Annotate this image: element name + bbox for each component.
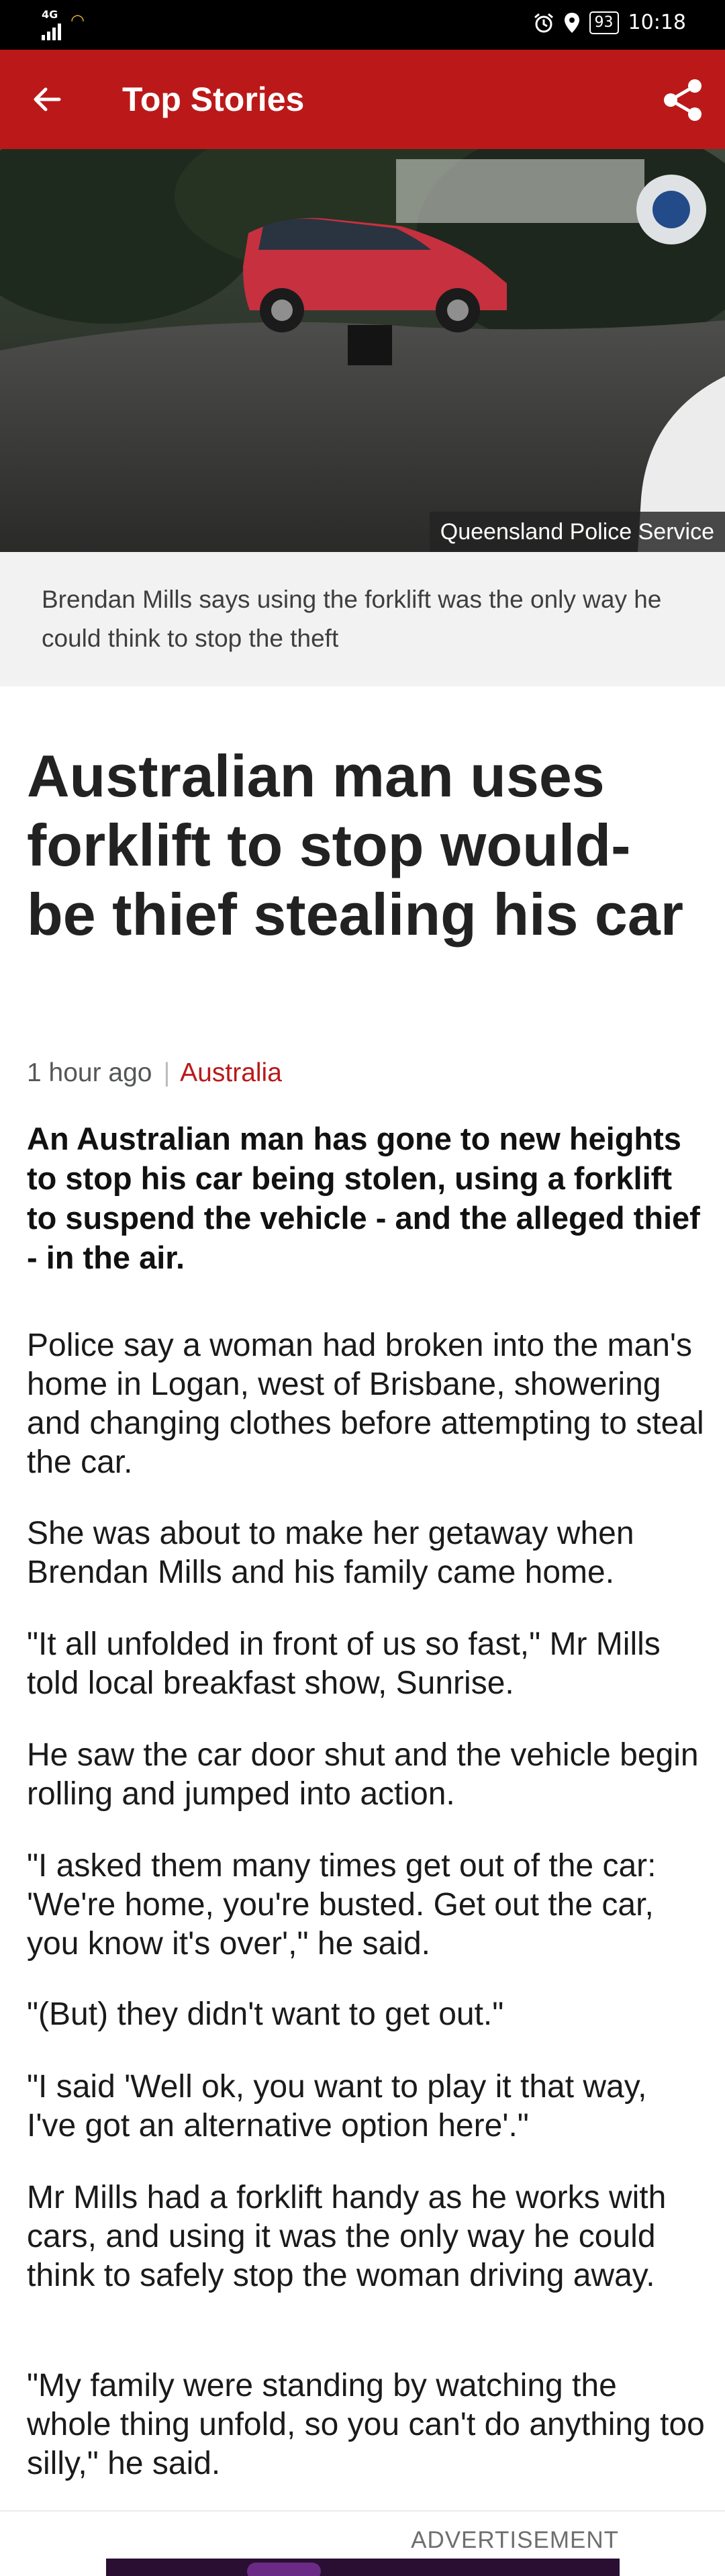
timestamp: 1 hour ago [27,1058,152,1087]
body-paragraph: "My family were standing by watching the… [27,2368,705,2481]
alarm-icon [534,13,553,32]
wifi-icon: ◠ [70,11,85,30]
battery-icon: 93 [589,11,619,34]
share-button[interactable] [661,77,706,124]
image-caption: Brendan Mills says using the forklift wa… [0,552,725,686]
app-bar: Top Stories [0,50,725,149]
image-credit: Queensland Police Service [429,512,725,552]
status-bar: 4G ◠ 93 10:18 [0,0,725,50]
status-right: 93 10:18 [533,11,686,34]
share-icon [664,79,702,121]
hero-image[interactable]: Queensland Police Service [0,149,725,552]
clock: 10:18 [628,11,686,34]
article-headline: Australian man uses forklift to stop wou… [27,743,684,948]
network-type: 4G [42,8,58,21]
location-icon [564,12,579,33]
article-meta: 1 hour ago | Australia [27,1053,282,1093]
advertisement-label: ADVERTISEMENT [411,2527,619,2553]
body-paragraph: Police say a woman had broken into the m… [27,1328,704,1480]
app-title: Top Stories [122,81,305,118]
ad-divider [0,2510,725,2512]
meta-separator: | [163,1058,171,1087]
body-paragraph: He saw the car door shut and the vehicle… [27,1737,699,1812]
article-intro: An Australian man has gone to new height… [27,1121,700,1275]
hero-photo [0,149,725,552]
body-paragraph: "It all unfolded in front of us so fast,… [27,1626,661,1701]
advertisement-banner[interactable] [106,2559,620,2576]
body-paragraph: She was about to make her getaway when B… [27,1516,634,1590]
status-left: 4G ◠ [42,9,85,40]
signal-icon: 4G [42,9,61,40]
body-paragraph: Mr Mills had a forklift handy as he work… [27,2180,667,2293]
body-paragraph: "I said 'Well ok, you want to play it th… [27,2069,647,2144]
topic-link[interactable]: Australia [180,1058,282,1087]
body-paragraph: "(But) they didn't want to get out." [27,1996,504,2032]
back-button[interactable] [27,79,70,120]
back-arrow-icon [34,87,61,111]
body-paragraph: "I asked them many times get out of the … [27,1848,657,1962]
